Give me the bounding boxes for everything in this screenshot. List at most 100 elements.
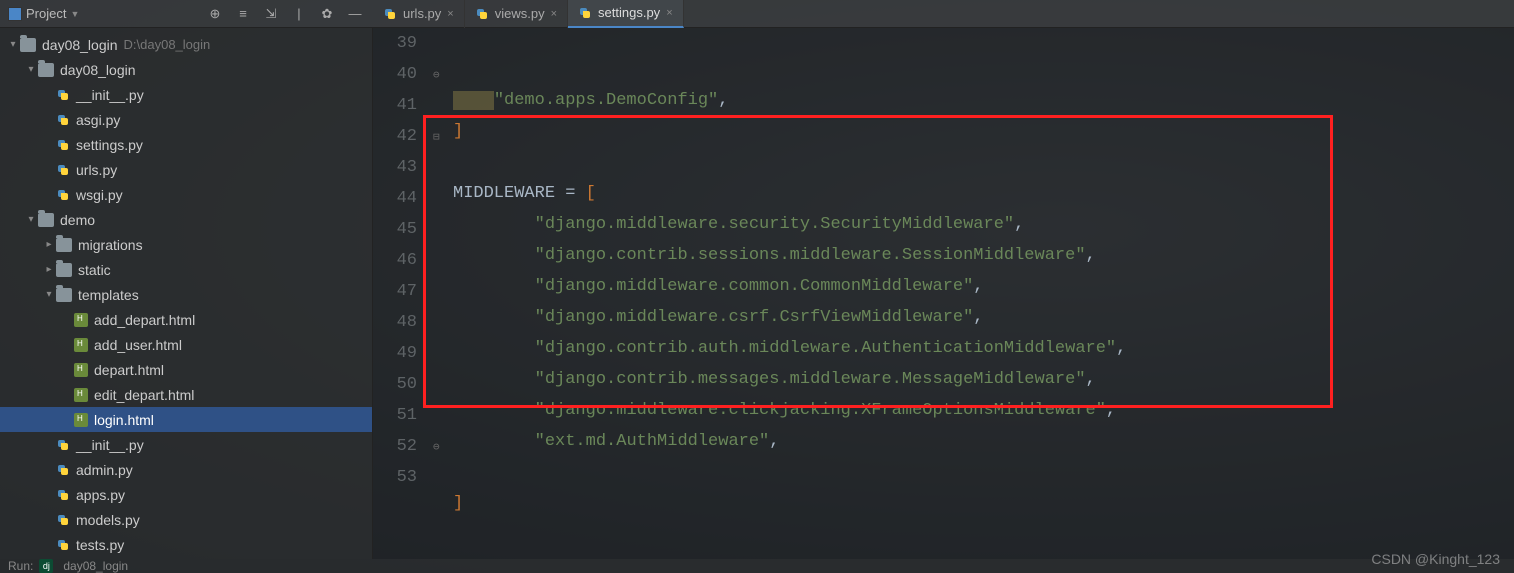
- bottom-bar: Run: dj day08_login: [0, 559, 1514, 573]
- tree-item-edit_depart-html[interactable]: edit_depart.html: [0, 382, 372, 407]
- tree-label: edit_depart.html: [94, 387, 194, 403]
- tree-item-static[interactable]: static: [0, 257, 372, 282]
- python-icon: [56, 138, 70, 152]
- tree-item-asgi-py[interactable]: asgi.py: [0, 107, 372, 132]
- tree-item-apps-py[interactable]: apps.py: [0, 482, 372, 507]
- tree-label: day08_login: [42, 37, 118, 53]
- tree-item-add_depart-html[interactable]: add_depart.html: [0, 307, 372, 332]
- python-icon: [56, 438, 70, 452]
- tree-label: settings.py: [76, 137, 143, 153]
- tab-label: settings.py: [598, 5, 660, 20]
- line-number: 50: [373, 369, 417, 400]
- tab-views-py[interactable]: views.py×: [465, 0, 568, 28]
- close-icon[interactable]: ×: [551, 8, 557, 20]
- watermark: CSDN @Kinght_123: [1371, 551, 1500, 567]
- fold-icon[interactable]: ⊟: [433, 130, 445, 142]
- project-tree[interactable]: day08_loginD:\day08_loginday08_login __in…: [0, 28, 373, 559]
- tab-urls-py[interactable]: urls.py×: [373, 0, 465, 28]
- folder-icon: [56, 238, 72, 252]
- python-icon: [56, 488, 70, 502]
- line-number: 53: [373, 462, 417, 493]
- locate-icon[interactable]: ⊕: [207, 6, 223, 22]
- code-line-52[interactable]: ]: [453, 488, 1514, 519]
- close-icon[interactable]: ×: [666, 7, 672, 19]
- tree-item-day08_login[interactable]: day08_loginD:\day08_login: [0, 32, 372, 57]
- tree-item-depart-html[interactable]: depart.html: [0, 357, 372, 382]
- line-number: 48: [373, 307, 417, 338]
- python-icon: [56, 538, 70, 552]
- tree-arrow-icon[interactable]: [6, 39, 20, 50]
- tree-label: apps.py: [76, 487, 125, 503]
- line-number: 52: [373, 431, 417, 462]
- html-icon: [74, 313, 88, 327]
- code-line-40[interactable]: ]: [453, 116, 1514, 147]
- line-number: 51: [373, 400, 417, 431]
- code-line-49[interactable]: "django.middleware.clickjacking.XFrameOp…: [453, 395, 1514, 426]
- tree-item-templates[interactable]: templates: [0, 282, 372, 307]
- gear-icon[interactable]: ✿: [319, 6, 335, 22]
- code-editor[interactable]: 394041424344454647484950515253 ⊖⊟⊖ "demo…: [373, 28, 1514, 559]
- project-icon: [8, 7, 22, 21]
- close-icon[interactable]: ×: [447, 8, 453, 20]
- tree-item-admin-py[interactable]: admin.py: [0, 457, 372, 482]
- tree-arrow-icon[interactable]: [42, 289, 56, 300]
- tree-arrow-icon[interactable]: [24, 64, 38, 75]
- code-line-51[interactable]: [453, 457, 1514, 488]
- tree-item-tests-py[interactable]: tests.py: [0, 532, 372, 557]
- code-line-43[interactable]: "django.middleware.security.SecurityMidd…: [453, 209, 1514, 240]
- python-icon: [56, 463, 70, 477]
- code-line-39[interactable]: "demo.apps.DemoConfig",: [453, 85, 1514, 116]
- tree-item-__init__-py[interactable]: __init__.py: [0, 82, 372, 107]
- tab-settings-py[interactable]: settings.py ×: [568, 0, 684, 28]
- folder-icon: [56, 288, 72, 302]
- tree-arrow-icon[interactable]: [42, 264, 56, 275]
- folder-icon: [38, 213, 54, 227]
- tree-item-settings-py[interactable]: settings.py: [0, 132, 372, 157]
- project-dropdown[interactable]: Project ▼: [8, 6, 79, 21]
- tree-label: asgi.py: [76, 112, 120, 128]
- fold-icon[interactable]: ⊖: [433, 68, 445, 80]
- tree-item-urls-py[interactable]: urls.py: [0, 157, 372, 182]
- tree-label: add_depart.html: [94, 312, 195, 328]
- project-label: Project: [26, 6, 66, 21]
- tree-label: models.py: [76, 512, 140, 528]
- python-icon: [56, 113, 70, 127]
- tree-label: templates: [78, 287, 139, 303]
- tree-item-demo[interactable]: demo: [0, 207, 372, 232]
- tree-item-add_user-html[interactable]: add_user.html: [0, 332, 372, 357]
- hide-icon[interactable]: —: [347, 6, 363, 22]
- python-icon: [578, 6, 592, 20]
- code-line-48[interactable]: "django.contrib.messages.middleware.Mess…: [453, 364, 1514, 395]
- tree-label: urls.py: [76, 162, 117, 178]
- code-line-41[interactable]: [453, 147, 1514, 178]
- tree-label: login.html: [94, 412, 154, 428]
- tree-item-models-py[interactable]: models.py: [0, 507, 372, 532]
- tree-item-day08_login[interactable]: day08_login: [0, 57, 372, 82]
- line-number: 41: [373, 90, 417, 121]
- code-line-53[interactable]: [453, 519, 1514, 550]
- code-line-44[interactable]: "django.contrib.sessions.middleware.Sess…: [453, 240, 1514, 271]
- tree-arrow-icon[interactable]: [24, 214, 38, 225]
- collapse-icon[interactable]: ⇲: [263, 6, 279, 22]
- folder-icon: [56, 263, 72, 277]
- fold-icon[interactable]: ⊖: [433, 440, 445, 452]
- tree-arrow-icon[interactable]: [42, 239, 56, 250]
- code-line-46[interactable]: "django.middleware.csrf.CsrfViewMiddlewa…: [453, 302, 1514, 333]
- expand-icon[interactable]: ≡: [235, 6, 251, 22]
- tree-label: demo: [60, 212, 95, 228]
- toolbar: Project ▼ ⊕ ≡ ⇲ | ✿ — urls.py×views.py×s…: [0, 0, 1514, 28]
- tree-item-__init__-py[interactable]: __init__.py: [0, 432, 372, 457]
- tree-item-login-html[interactable]: login.html: [0, 407, 372, 432]
- tree-item-migrations[interactable]: migrations: [0, 232, 372, 257]
- code-line-47[interactable]: "django.contrib.auth.middleware.Authenti…: [453, 333, 1514, 364]
- tree-label: __init__.py: [76, 87, 144, 103]
- code-line-50[interactable]: "ext.md.AuthMiddleware",: [453, 426, 1514, 457]
- tree-label: depart.html: [94, 362, 164, 378]
- divider: |: [291, 6, 307, 22]
- code-line-42[interactable]: MIDDLEWARE = [: [453, 178, 1514, 209]
- code-line-45[interactable]: "django.middleware.common.CommonMiddlewa…: [453, 271, 1514, 302]
- tree-item-wsgi-py[interactable]: wsgi.py: [0, 182, 372, 207]
- html-icon: [74, 413, 88, 427]
- run-config[interactable]: day08_login: [63, 559, 128, 573]
- tree-label: tests.py: [76, 537, 124, 553]
